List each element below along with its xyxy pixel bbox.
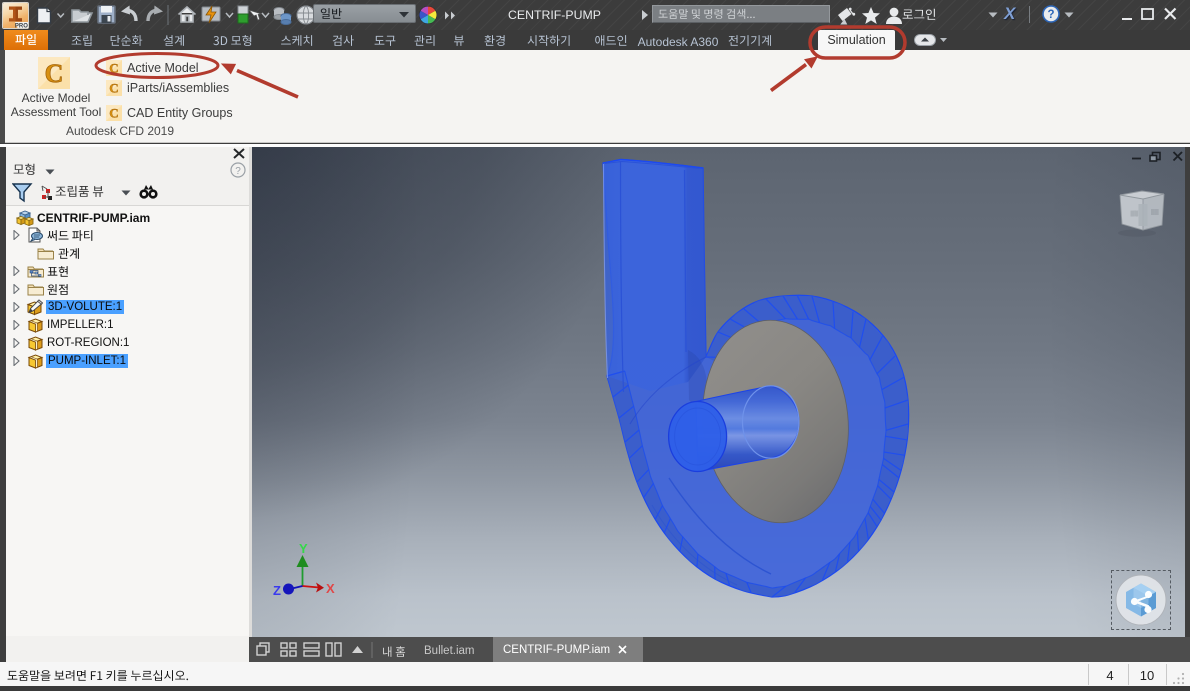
svg-text:Z: Z [273,583,281,598]
svg-text:PRO: PRO [15,23,28,28]
svg-text:X: X [326,581,335,596]
svg-text:?: ? [235,166,241,177]
svg-text:?: ? [1047,9,1054,21]
svg-text:C: C [45,59,64,88]
svg-text:C: C [109,61,118,76]
svg-text:Y: Y [299,543,308,556]
svg-text:C: C [109,105,118,120]
svg-text:C: C [109,80,118,95]
